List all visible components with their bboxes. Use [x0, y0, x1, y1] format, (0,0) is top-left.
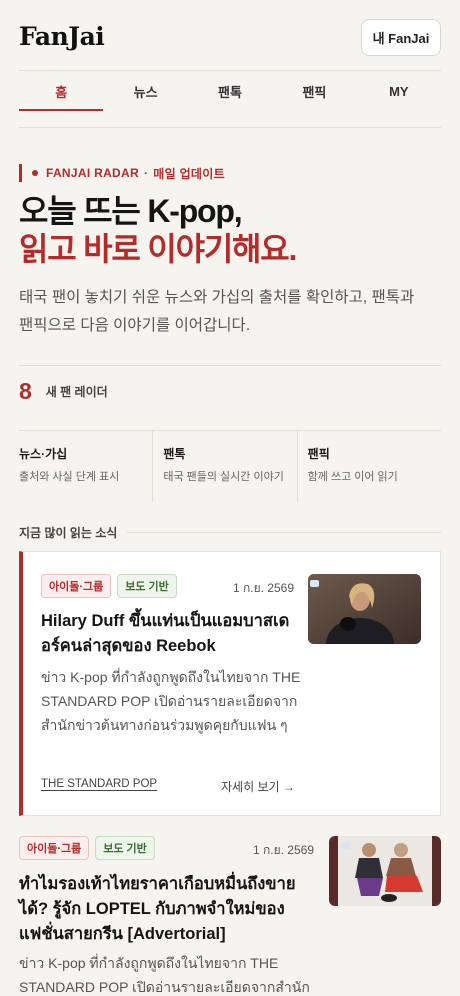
tab-fanfic[interactable]: 팬픽 — [272, 71, 356, 111]
category-badge[interactable]: 아이돌·그룹 — [41, 574, 112, 598]
my-fanjai-button[interactable]: 내 FanJai — [361, 19, 441, 56]
article-excerpt: ข่าว K-pop ที่กำลังถูกพูดถึงในไทยจาก THE… — [19, 955, 310, 995]
tab-my[interactable]: MY — [357, 71, 441, 111]
badge-group: 아이돌·그룹 보도 기반 — [19, 836, 155, 860]
feature-desc: 출처와 사실 단계 표시 — [19, 471, 120, 483]
feature-fanfic[interactable]: 팬픽 함께 쓰고 이어 읽기 — [296, 431, 441, 502]
kicker-note: 매일 업데이트 — [153, 166, 225, 181]
article-title[interactable]: Hilary Duff ขึ้นแท่นเป็นแอมบาสเดอร์คนล่า… — [41, 609, 297, 659]
app-header: FanJai 내 FanJai — [0, 0, 460, 72]
article-date: 1 ก.ย. 2569 — [253, 843, 315, 857]
section-header: 지금 많이 읽는 소식 — [19, 524, 441, 541]
feature-desc: 태국 팬들의 실시간 이야기 — [163, 471, 284, 483]
badge-group: 아이돌·그룹 보도 기반 — [41, 574, 177, 598]
article-thumbnail[interactable] — [329, 836, 441, 906]
kicker-brand: FANJAI RADAR — [46, 166, 139, 180]
read-more-link[interactable]: 자세히 보기 → — [221, 778, 295, 795]
tab-home[interactable]: 홈 — [19, 71, 104, 111]
tab-fantalk[interactable]: 팬톡 — [188, 71, 272, 111]
fact-level-badge[interactable]: 보도 기반 — [117, 574, 177, 598]
article-title[interactable]: ทำไมรองเท้าไทยราคาเกือบหมื่นถึงขายได้? ร… — [19, 872, 315, 947]
category-badge[interactable]: 아이돌·그룹 — [19, 836, 90, 860]
article-card[interactable]: 아이돌·그룹 보도 기반 1 ก.ย. 2569 ทำไมรองเท้าไทยร… — [19, 834, 441, 996]
live-dot-icon — [32, 170, 38, 176]
thumbnail-photo-icon — [329, 836, 441, 906]
fact-level-badge[interactable]: 보도 기반 — [95, 836, 155, 860]
article-thumbnail[interactable] — [308, 574, 421, 644]
feature-news[interactable]: 뉴스·가십 출처와 사실 단계 표시 — [19, 431, 152, 502]
section-divider — [127, 532, 441, 533]
feature-fantalk[interactable]: 팬톡 태국 팬들의 실시간 이야기 — [152, 431, 296, 502]
hero-headline: 오늘 뜨는 K-pop, 읽고 바로 이야기해요. — [19, 192, 297, 268]
hero-kicker: FANJAI RADAR · 매일 업데이트 — [19, 164, 225, 182]
feature-title: 뉴스·가십 — [19, 447, 68, 461]
thumbnail-photo-icon — [308, 574, 421, 644]
article-card[interactable]: 아이돌·그룹 보도 기반 1 ก.ย. 2569 Hilary Duff ขึ้… — [19, 551, 441, 816]
tab-news[interactable]: 뉴스 — [103, 71, 187, 111]
section-title: 지금 많이 읽는 소식 — [19, 526, 118, 540]
main-nav: 홈 뉴스 팬톡 팬픽 MY — [19, 70, 441, 128]
radar-number: 8 — [19, 378, 32, 404]
feature-desc: 함께 쓰고 이어 읽기 — [307, 471, 398, 483]
feature-title: 팬톡 — [163, 447, 186, 461]
article-source-link[interactable]: THE STANDARD POP — [41, 778, 157, 790]
feature-strip: 뉴스·가십 출처와 사실 단계 표시 팬톡 태국 팬들의 실시간 이야기 팬픽 … — [19, 430, 441, 502]
radar-count: 8 새 팬 레이더 — [19, 378, 108, 405]
article-date: 1 ก.ย. 2569 — [233, 581, 295, 595]
hero-intro: 태국 팬이 놓치기 쉬운 뉴스와 가십의 출처를 확인하고, 팬톡과 팬픽으로 … — [19, 289, 415, 334]
kicker-separator: · — [143, 166, 149, 180]
article-excerpt: ข่าว K-pop ที่กำลังถูกพูดถึงในไทยจาก THE… — [41, 669, 301, 733]
headline-line-1: 오늘 뜨는 K-pop, — [19, 193, 243, 229]
feature-title: 팬픽 — [307, 447, 330, 461]
headline-line-2: 읽고 바로 이야기해요. — [19, 231, 297, 267]
divider — [19, 365, 441, 366]
fanjai-logo[interactable]: FanJai — [19, 22, 105, 51]
radar-label: 새 팬 레이더 — [45, 385, 108, 399]
